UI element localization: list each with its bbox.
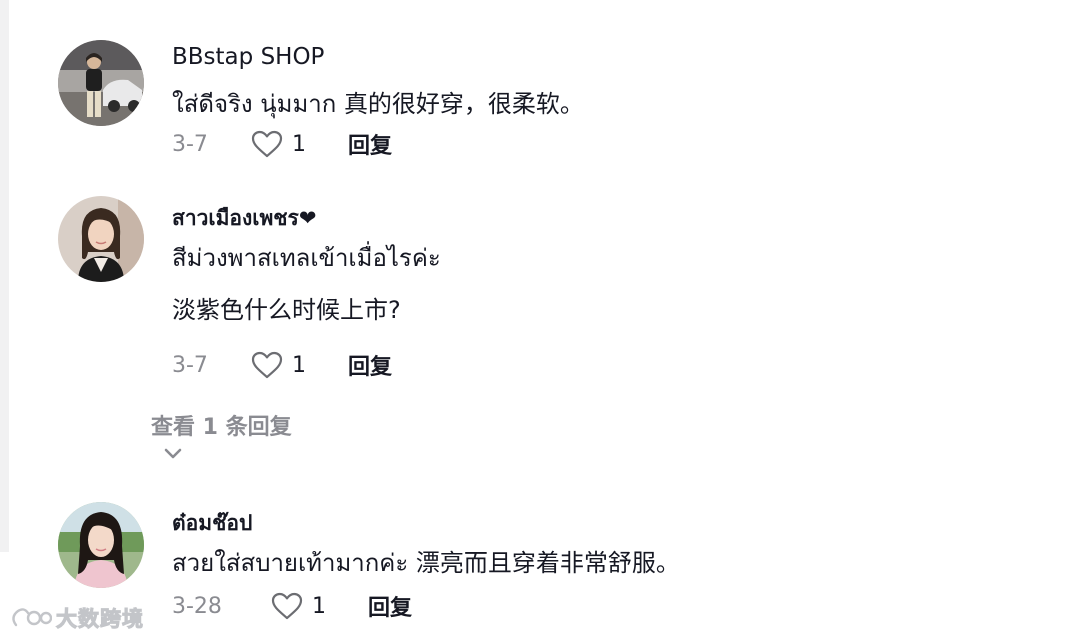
like-button[interactable]: 1 [250,129,332,159]
watermark-text: 大数跨境 [56,607,144,632]
comment-date: 3-28 [172,593,222,619]
heart-outline-icon [271,592,303,620]
reply-button[interactable]: 回复 [348,349,392,381]
avatar-woman-photo [58,196,144,282]
avatar[interactable] [58,196,144,282]
comment-meta: 3-28 1 回复 [172,589,412,623]
comment-text: สวยใส่สบายเท้ามากค่ะ 漂亮而且穿着非常舒服。 [172,549,680,577]
reply-button[interactable]: 回复 [368,590,412,622]
avatar[interactable] [58,40,144,126]
username[interactable]: ต๋อมช๊อป [172,507,252,540]
comment-text-translation: 淡紫色什么时候上市? [172,296,401,324]
reply-button[interactable]: 回复 [348,128,392,160]
like-count: 1 [312,593,326,619]
view-replies-button[interactable]: 查看 1 条回复 [151,409,292,441]
avatar[interactable] [58,502,144,588]
avatar-man-with-car-photo [58,40,144,126]
avatar-woman-outdoor-photo [58,502,144,588]
username[interactable]: BBstap SHOP [172,44,324,70]
like-button[interactable]: 1 [270,591,352,621]
heart-outline-icon [251,130,283,158]
comment-date: 3-7 [172,131,208,157]
chevron-down-icon[interactable] [162,446,184,462]
username[interactable]: สาวเมืองเพชร❤ [172,202,316,235]
like-button[interactable]: 1 [250,350,332,380]
comment-text: สีม่วงพาสเทลเข้าเมื่อไรค่ะ [172,244,441,272]
watermark: 大数跨境 [8,603,144,633]
left-edge-bar [0,0,9,552]
comment-meta: 3-7 1 回复 [172,127,392,161]
heart-outline-icon [251,351,283,379]
comment-section: BBstap SHOP ใส่ดีจริง นุ่มมาก 真的很好穿，很柔软。… [0,0,1080,642]
like-count: 1 [292,131,306,157]
comment-meta: 3-7 1 回复 [172,348,392,382]
like-count: 1 [292,352,306,378]
comment-text: ใส่ดีจริง นุ่มมาก 真的很好穿，很柔软。 [172,90,584,118]
watermark-logo-icon [12,608,52,627]
comment-date: 3-7 [172,352,208,378]
